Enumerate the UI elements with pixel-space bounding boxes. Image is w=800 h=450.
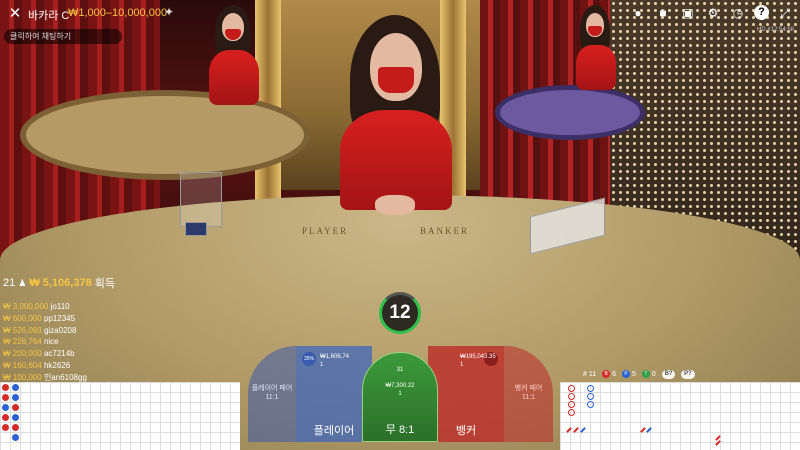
chat-input[interactable]: 클릭하여 채팅하기 xyxy=(4,29,122,44)
big-road-banker xyxy=(568,385,575,392)
background-table xyxy=(495,85,645,140)
banker-wins: 6 xyxy=(612,370,617,378)
banker-bettors: 1 xyxy=(460,362,464,368)
table-player-label: PLAYER xyxy=(302,226,349,236)
bead-road[interactable] xyxy=(0,382,240,450)
tie-total-bet: ₩7,300.22 xyxy=(385,383,415,389)
player-pair-spot[interactable]: 플레이어 페어 11:1 xyxy=(248,346,296,442)
player-bettors: 1 xyxy=(320,362,324,368)
bead-banker xyxy=(12,424,19,431)
bead-player xyxy=(12,414,19,421)
winner-row: ₩ 526,093 giza0208 xyxy=(3,325,77,335)
background-table xyxy=(20,90,310,180)
winner-row: ₩ 160,604 hk2626 xyxy=(3,360,71,370)
winners-total: ₩ 5,106,378 xyxy=(29,277,92,289)
winner-row: ₩ 3,000,000 jo110 xyxy=(3,302,70,311)
video-icon[interactable]: ■ xyxy=(654,4,672,22)
player-pair-label: 플레이어 페어 xyxy=(251,385,293,392)
player-dot-icon: P xyxy=(622,370,631,378)
bead-banker xyxy=(2,394,9,401)
big-road-banker xyxy=(568,409,575,416)
fullscreen-icon[interactable]: ⤢ xyxy=(776,4,794,22)
history-icon[interactable]: ◷ xyxy=(729,4,747,22)
banker-spot[interactable]: ₩195,043.35 1 뱅커 xyxy=(428,346,504,442)
winners-summary: 21 ♟ ₩ 5,106,378 획득 xyxy=(3,275,115,291)
banker-pair-payout: 11:1 xyxy=(521,394,536,401)
winner-row: ₩ 200,000 ac7214b xyxy=(3,349,75,359)
bead-player xyxy=(12,394,19,401)
gear-icon[interactable]: ⚙ xyxy=(704,4,722,22)
winner-row: ₩ 226,764 nice xyxy=(3,337,59,347)
winners-list: ₩ 3,000,000 jo110 ₩ 600,000 pp12345 ₩ 52… xyxy=(3,301,115,384)
winners-count: 21 xyxy=(3,277,16,289)
winner-row: ₩ 600,000 pp12345 xyxy=(3,313,76,323)
big-road-player xyxy=(587,385,594,392)
player-spot[interactable]: 35% ₩1,606,74 1 플레이어 xyxy=(296,346,372,442)
table-limits: ₩1,000–10,000,000 xyxy=(68,7,168,19)
player-wins: 5 xyxy=(632,370,636,378)
tie-label: 무 8:1 xyxy=(385,424,415,436)
player-label: 플레이어 xyxy=(313,425,355,437)
chips-icon[interactable]: ● xyxy=(629,4,647,22)
table-banker-label: BANKER xyxy=(420,226,470,236)
stats-bar: # 11 B6 P5 T0 B? P? xyxy=(583,368,695,380)
bead-player xyxy=(12,384,19,391)
bead-player xyxy=(12,434,19,441)
player-total-bet: ₩1,606,74 xyxy=(320,354,350,360)
bead-banker xyxy=(12,404,19,411)
player-ask-button[interactable]: P? xyxy=(681,369,695,379)
banker-total-bet: ₩195,043.35 xyxy=(460,354,496,360)
big-road-player xyxy=(587,401,594,408)
banker-pair-label: 뱅커 페어 xyxy=(514,385,543,392)
tie-wins: 0 xyxy=(651,370,656,378)
favorite-icon[interactable]: ✦ xyxy=(164,5,174,19)
big-road-player xyxy=(587,393,594,400)
tie-dot-icon: T xyxy=(641,370,650,378)
round-info: HD #12:54:58 xyxy=(756,27,794,33)
banker-label: 뱅커 xyxy=(455,425,477,437)
discard-box xyxy=(180,172,222,227)
top-toolbar: ● ■ ▣ ⚙ ◷ ? ⤢ xyxy=(629,4,794,22)
big-road[interactable] xyxy=(560,382,800,450)
tie-bettors: 1 xyxy=(398,391,402,397)
banker-pair-spot[interactable]: 뱅커 페어 11:1 xyxy=(504,346,553,442)
round-count: # 11 xyxy=(583,370,597,378)
help-icon[interactable]: ? xyxy=(754,5,769,20)
tie-spot[interactable]: 31 ₩7,300.22 1 무 8:1 xyxy=(362,352,438,442)
banker-ask-button[interactable]: B? xyxy=(661,369,676,379)
bead-banker xyxy=(2,384,9,391)
top-bar: ✕ 바카라 C ₩1,000–10,000,000 ✦ ● ■ ▣ ⚙ ◷ ? … xyxy=(0,0,800,33)
person-icon: ♟ xyxy=(18,277,27,288)
player-pair-payout: 11:1 xyxy=(265,394,279,401)
player-percent: 35% xyxy=(302,352,316,366)
countdown-timer: 12 xyxy=(379,292,421,334)
tie-percent: 31 xyxy=(396,367,404,373)
camera-icon[interactable]: ▣ xyxy=(679,4,697,22)
big-road-banker xyxy=(568,401,575,408)
table-name: 바카라 C xyxy=(28,10,70,22)
close-icon[interactable]: ✕ xyxy=(6,5,24,23)
big-road-banker xyxy=(568,393,575,400)
bead-player xyxy=(2,404,9,411)
betting-area: 플레이어 페어 11:1 35% ₩1,606,74 1 플레이어 ₩195,04… xyxy=(248,346,553,442)
winners-panel: 21 ♟ ₩ 5,106,378 획득 ₩ 3,000,000 jo110 ₩ … xyxy=(3,275,115,384)
banker-dot-icon: B xyxy=(602,370,611,378)
winners-suffix: 획득 xyxy=(94,278,115,290)
bead-banker xyxy=(2,414,9,421)
bead-banker xyxy=(2,424,9,431)
card-stack xyxy=(185,222,207,236)
